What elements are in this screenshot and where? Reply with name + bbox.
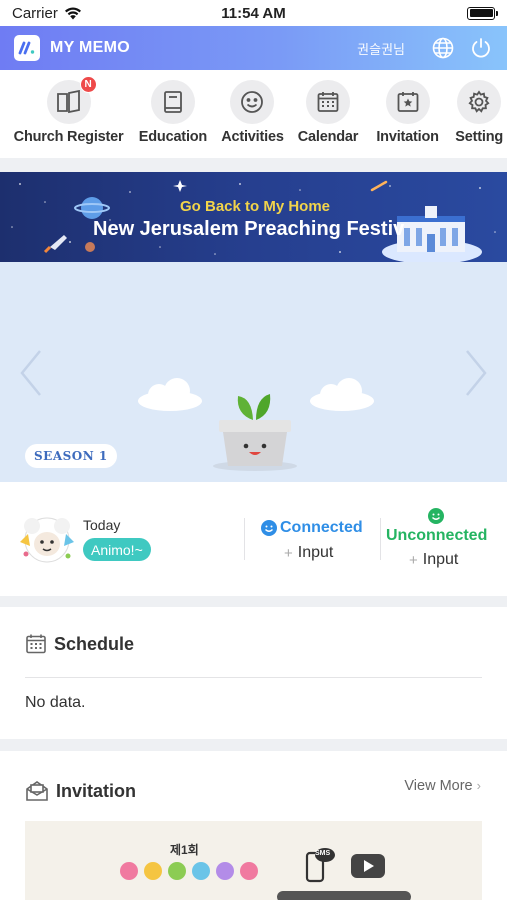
calendar-icon [26,634,46,654]
smile-face-icon [428,508,444,524]
plant-pot-character[interactable] [210,388,300,472]
menu-icon-bg [150,80,195,124]
app-header: MY MEMO 권슬권님 [0,26,507,70]
connected-title: Connected [261,519,363,537]
connected-input-label: Input [297,544,334,561]
view-more-link[interactable]: View More › [404,778,481,794]
menu-label: Education [138,129,208,145]
unconnected-title: Unconnected [386,527,488,544]
menu-item-church-register[interactable]: N Church Register [0,70,137,158]
schedule-empty: No data. [25,694,86,711]
promo-banner[interactable]: Go Back to My Home New Jerusalem Preachi… [0,172,507,262]
power-icon[interactable] [469,36,493,60]
menu-item-activities[interactable]: Activities [209,70,296,158]
schedule-card: Schedule No data. [0,607,507,739]
menu-label: Invitation [376,129,439,145]
calendar-icon [317,92,339,112]
invitation-image[interactable]: 제1회 SMS [25,821,482,900]
cloud-left [138,378,202,411]
battery-icon [467,6,498,20]
status-bar: Carrier 11:54 AM [0,0,507,26]
chevron-left-icon[interactable] [16,348,46,398]
menu-label: Activities [221,129,284,145]
app-logo[interactable] [14,35,40,61]
menu-icon-bg: N [46,76,97,124]
globe-icon[interactable] [431,36,455,60]
user-name[interactable]: 권슬권님 [357,39,405,58]
banner-stars [11,180,496,262]
cloud-right [310,378,374,411]
chevron-right-icon[interactable] [461,348,491,398]
today-card: Today Animo!~ Connected + Input Unconnec… [0,482,507,596]
banner-title: New Jerusalem Preaching Festiv [93,218,405,240]
menu-icon-bg [230,80,275,124]
connected-label: Connected [280,519,363,536]
menu-label: Calendar [297,129,359,145]
logo-mark-icon [18,41,35,55]
schedule-title: Schedule [25,633,134,655]
invitation-image-bar [277,891,411,900]
status-time: 11:54 AM [221,4,286,22]
plus-icon: + [284,544,293,562]
hero-area: SEASON 1 [0,262,507,482]
invitation-title: Invitation [25,779,136,803]
envelope-icon [26,781,48,801]
invitation-image-heading: 제1회 [170,843,199,857]
menu-icon-bg [385,80,430,124]
book-icon [56,90,80,114]
menu-icon-bg [306,80,350,124]
main-menu: N Church Register Education Activities C… [0,70,507,158]
view-more-label: View More [404,778,473,794]
chevron-right-icon: › [476,778,481,793]
sms-label: SMS [315,850,331,857]
happy-face-icon [261,520,277,536]
unconnected-input-label: Input [422,551,459,568]
divider [244,518,245,560]
menu-label: Setting [455,129,504,145]
wifi-icon [64,7,81,19]
status-left: Carrier [12,5,192,22]
menu-item-invitation[interactable]: Invitation [368,70,448,158]
smile-icon [241,91,264,113]
carrier-label: Carrier [12,4,58,22]
season-badge: SEASON 1 [25,444,117,468]
sheep-avatar-icon [20,517,74,563]
today-label: Today [83,517,121,533]
invitation-card: Invitation View More › 제1회 SMS [0,751,507,900]
invitation-dots [120,862,258,880]
bible-icon [164,91,182,113]
menu-item-education[interactable]: Education [137,70,209,158]
status-right [315,6,498,20]
menu-item-calendar[interactable]: Calendar [296,70,360,158]
gear-icon [468,90,490,113]
banner-subtitle: Go Back to My Home [180,198,331,215]
app-title: MY MEMO [50,39,131,56]
divider [380,518,381,560]
play-video-icon [351,854,385,878]
menu-label: Church Register [13,129,124,145]
plus-icon: + [409,551,418,569]
animo-status[interactable]: Animo!~ [83,538,151,561]
divider [25,677,482,678]
menu-item-setting[interactable]: Setting [451,70,507,158]
invitation-icon [397,92,418,112]
new-badge: N [79,76,97,93]
unconnected-input-button[interactable]: + Input [409,551,458,569]
schedule-label: Schedule [54,633,135,654]
connected-input-button[interactable]: + Input [284,544,333,562]
invitation-label: Invitation [56,780,136,801]
menu-icon-bg [457,80,502,124]
